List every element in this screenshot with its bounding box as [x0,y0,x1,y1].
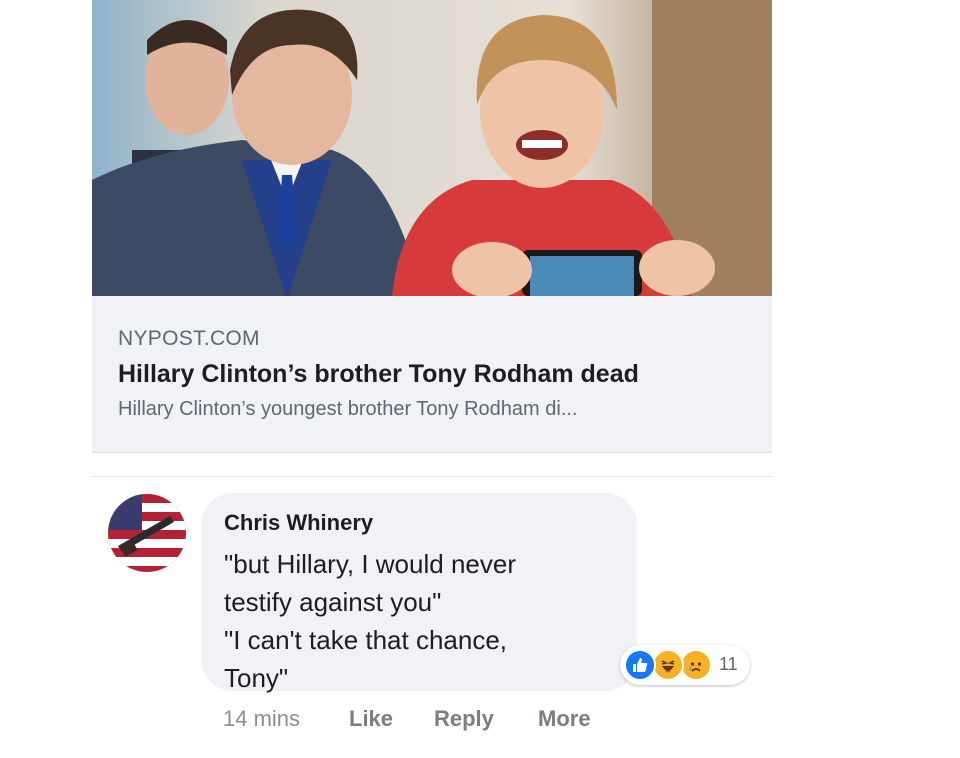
link-preview[interactable]: NYPOST.COM Hillary Clinton’s brother Ton… [92,296,772,453]
comment-line: "I can't take that chance, [224,625,508,655]
divider [92,476,772,477]
link-description: Hillary Clinton’s youngest brother Tony … [118,398,578,420]
sad-icon [680,649,712,681]
article-photo[interactable] [92,0,772,296]
comment-line: "but Hillary, I would never [224,549,516,579]
comment-timestamp[interactable]: 14 mins [223,706,300,732]
article-photo-image [92,0,772,296]
comment-bubble: Chris Whinery "but Hillary, I would neve… [201,493,637,693]
reply-button[interactable]: Reply [434,706,494,732]
haha-icon [652,649,684,681]
comment-line: Tony" [224,663,289,693]
reaction-count: 11 [719,654,738,674]
comment-text: "but Hillary, I would never testify agai… [224,545,516,697]
like-icon [624,649,656,681]
comment-author[interactable]: Chris Whinery [224,510,373,536]
reactions-summary[interactable]: 11 [620,645,750,685]
more-button[interactable]: More [538,706,591,732]
american-flag-icon [108,494,186,572]
avatar[interactable] [108,494,186,572]
like-button[interactable]: Like [349,706,393,732]
link-domain: NYPOST.COM [118,327,260,350]
comment-line: testify against you" [224,587,442,617]
link-title[interactable]: Hillary Clinton’s brother Tony Rodham de… [118,360,639,389]
